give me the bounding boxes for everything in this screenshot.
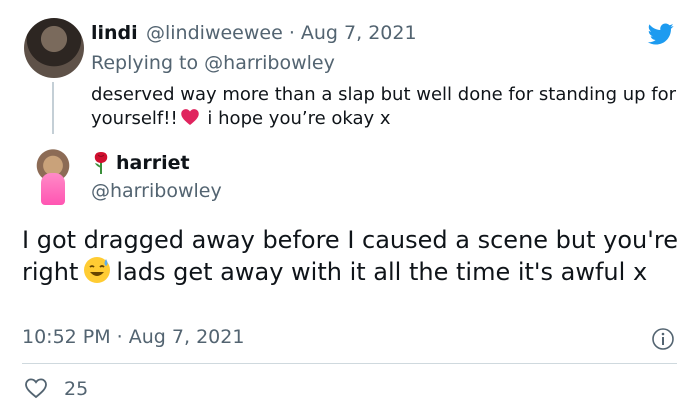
reply-text-part2: i hope you’re okay x — [201, 108, 391, 129]
reply-tweet-text: deserved way more than a slap but well d… — [91, 83, 681, 131]
main-display-name[interactable]: harriet — [116, 152, 190, 174]
avatar-lindi[interactable] — [24, 18, 84, 78]
reply-display-name[interactable]: lindi — [91, 22, 138, 44]
red-heart-emoji-icon — [180, 109, 199, 125]
info-icon[interactable] — [651, 327, 675, 351]
like-count[interactable]: 25 — [64, 378, 88, 400]
twitter-logo-icon[interactable] — [646, 21, 676, 47]
rose-emoji-icon — [94, 152, 108, 174]
tweet-timestamp[interactable]: 10:52 PM · Aug 7, 2021 — [22, 326, 244, 348]
thread-connector-line — [52, 82, 54, 134]
main-handle[interactable]: @harribowley — [91, 180, 222, 202]
replying-to-handle-link[interactable]: @harribowley — [204, 52, 335, 74]
replying-to-line: Replying to @harribowley — [91, 52, 335, 74]
replying-to-prefix: Replying to — [91, 52, 205, 74]
main-text-part2: lads get away with it all the time it's … — [116, 258, 648, 286]
sweat-smile-emoji-icon — [84, 257, 111, 283]
divider — [22, 363, 677, 364]
reply-handle-date[interactable]: @lindiweewee · Aug 7, 2021 — [146, 22, 417, 44]
main-tweet-text: I got dragged away before I caused a sce… — [22, 225, 682, 287]
like-heart-icon[interactable] — [24, 377, 48, 399]
avatar-harriet[interactable] — [22, 147, 84, 209]
